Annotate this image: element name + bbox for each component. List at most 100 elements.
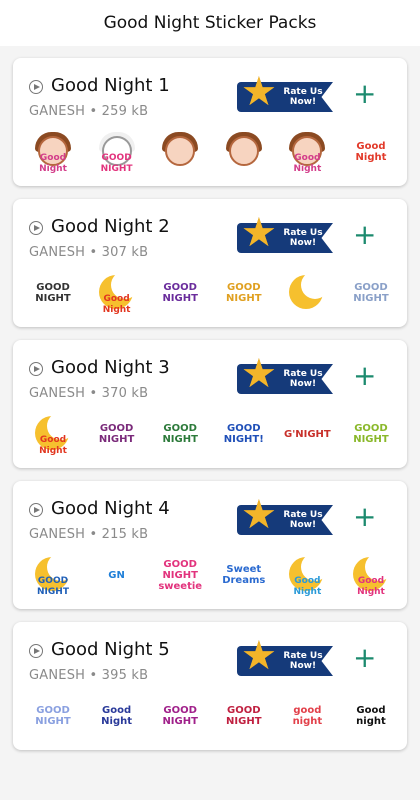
sticker-thumbnail: Good Night [281, 128, 333, 176]
sticker-text: GOOD NIGHT [162, 705, 198, 727]
sticker-thumbnail: Good Night [281, 551, 333, 599]
sticker-pack-card[interactable]: Good Night 3 GANESH • 370 kB Rate Us Now! ★… [13, 340, 407, 468]
sticker-preview-row: Good Night GOOD NIGHT GOOD NIGHT GOOD NIGHT… [27, 408, 397, 460]
sticker-text: Good Night [355, 141, 387, 163]
sticker-pack-card[interactable]: Good Night 5 GANESH • 395 kB Rate Us Now! ★… [13, 622, 407, 750]
sticker-text: Good Night [39, 435, 67, 456]
sticker-preview-row: GOOD NIGHT Good Night GOOD NIGHT GOOD NIGHT… [27, 690, 397, 742]
sticker-text: GOOD NIGHT [35, 282, 71, 304]
star-icon[interactable]: ★ [241, 354, 277, 394]
rate-us-label: Rate Us Now! [283, 510, 323, 530]
sticker-text: Good night [356, 705, 386, 727]
sticker-text: good night [292, 705, 323, 727]
sticker-thumbnail: GOOD NIGHT [345, 269, 397, 317]
sticker-thumbnail: GOOD NIGHT [27, 692, 79, 740]
play-icon[interactable] [29, 503, 43, 517]
pack-title: Good Night 5 [51, 639, 170, 660]
sticker-text: GOOD NIGHT [100, 153, 133, 174]
play-icon[interactable] [29, 221, 43, 235]
sticker-text: Good Night [39, 153, 67, 174]
sticker-thumbnail: GOOD NIGHT [27, 269, 79, 317]
rate-us-label: Rate Us Now! [283, 228, 323, 248]
sticker-thumbnail: Good Night [345, 128, 397, 176]
sticker-thumbnail: GOOD NIGHT [154, 269, 206, 317]
pack-title: Good Night 1 [51, 75, 170, 96]
sticker-text: Good Night [357, 576, 385, 597]
play-icon[interactable] [29, 362, 43, 376]
sticker-thumbnail: Good Night [91, 269, 143, 317]
sticker-thumbnail: GOOD NIGHT [27, 551, 79, 599]
sticker-thumbnail: G'NIGHT [281, 410, 333, 458]
sticker-thumbnail: Good Night [27, 410, 79, 458]
pack-title: Good Night 4 [51, 498, 170, 519]
sticker-text: GOOD NIGHT [226, 282, 262, 304]
sticker-thumbnail: Good Night [27, 128, 79, 176]
sticker-thumbnail: GOOD NIGHT [218, 692, 270, 740]
sticker-text: Good Night [102, 294, 131, 315]
pack-title: Good Night 3 [51, 357, 170, 378]
sticker-thumbnail: Good Night [91, 692, 143, 740]
sticker-thumbnail: GOOD NIGHT [218, 269, 270, 317]
play-icon[interactable] [29, 644, 43, 658]
sticker-thumbnail: Good night [345, 692, 397, 740]
star-icon[interactable]: ★ [241, 636, 277, 676]
sticker-text: GOOD NIGHT [35, 705, 71, 727]
pack-title: Good Night 2 [51, 216, 170, 237]
add-pack-button[interactable]: + [353, 503, 376, 531]
sticker-pack-card[interactable]: Good Night 2 GANESH • 307 kB Rate Us Now! ★… [13, 199, 407, 327]
sticker-thumbnail: GN [91, 551, 143, 599]
sticker-text: GOOD NIGHT [98, 423, 135, 445]
sticker-thumbnail: GOOD NIGHT [154, 410, 206, 458]
sticker-thumbnail: GOOD NIGHT sweetie [154, 551, 206, 599]
sticker-thumbnail: GOOD NIGHT [91, 128, 143, 176]
sticker-text: Good Night [293, 576, 322, 597]
sticker-text: Good Night [101, 705, 133, 727]
sticker-thumbnail: GOOD NIGHT! [218, 410, 270, 458]
add-pack-button[interactable]: + [353, 362, 376, 390]
sticker-thumbnail [154, 128, 206, 176]
sticker-text: GN [108, 569, 125, 581]
sticker-text: Sweet Dreams [222, 564, 266, 586]
pack-meta: GANESH • 259 kB [29, 104, 149, 119]
rate-us-label: Rate Us Now! [283, 369, 323, 389]
pack-meta: GANESH • 370 kB [29, 386, 149, 401]
rate-us-label: Rate Us Now! [283, 87, 323, 107]
sticker-text: GOOD NIGHT [37, 576, 69, 597]
sticker-preview-row: GOOD NIGHT Good Night GOOD NIGHT GOOD NIGHT… [27, 267, 397, 319]
app-header: Good Night Sticker Packs [0, 0, 420, 46]
sticker-text: GOOD NIGHT [226, 705, 262, 727]
sticker-text: GOOD NIGHT [353, 282, 389, 304]
rate-us-label: Rate Us Now! [283, 651, 323, 671]
sticker-text: GOOD NIGHT [162, 423, 198, 445]
sticker-text: G'NIGHT [283, 428, 331, 440]
sticker-thumbnail [281, 269, 333, 317]
pack-meta: GANESH • 395 kB [29, 668, 149, 683]
sticker-thumbnail: Good Night [345, 551, 397, 599]
sticker-thumbnail: GOOD NIGHT [345, 410, 397, 458]
add-pack-button[interactable]: + [353, 644, 376, 672]
page-title: Good Night Sticker Packs [103, 13, 317, 33]
sticker-thumbnail [218, 128, 270, 176]
play-icon[interactable] [29, 80, 43, 94]
sticker-thumbnail: GOOD NIGHT [154, 692, 206, 740]
star-icon[interactable]: ★ [241, 495, 277, 535]
sticker-thumbnail: GOOD NIGHT [91, 410, 143, 458]
sticker-text: GOOD NIGHT sweetie [158, 558, 203, 592]
add-pack-button[interactable]: + [353, 221, 376, 249]
star-icon[interactable]: ★ [241, 72, 277, 112]
sticker-text: GOOD NIGHT [162, 282, 198, 304]
sticker-pack-list: Good Night 1 GANESH • 259 kB Rate Us Now! ★… [0, 46, 420, 750]
sticker-preview-row: GOOD NIGHT GN GOOD NIGHT sweetie Sweet Drea… [27, 549, 397, 601]
star-icon[interactable]: ★ [241, 213, 277, 253]
sticker-pack-card[interactable]: Good Night 4 GANESH • 215 kB Rate Us Now! ★… [13, 481, 407, 609]
sticker-thumbnail: Sweet Dreams [218, 551, 270, 599]
sticker-preview-row: Good Night GOOD NIGHT Good Night Good Night [27, 126, 397, 178]
girl-face-icon [165, 136, 196, 166]
add-pack-button[interactable]: + [353, 80, 376, 108]
sticker-pack-card[interactable]: Good Night 1 GANESH • 259 kB Rate Us Now! ★… [13, 58, 407, 186]
pack-meta: GANESH • 215 kB [29, 527, 149, 542]
pack-meta: GANESH • 307 kB [29, 245, 149, 260]
moon-icon [289, 271, 330, 309]
girl-face-icon [228, 136, 259, 166]
sticker-text: GOOD NIGHT! [223, 423, 264, 445]
